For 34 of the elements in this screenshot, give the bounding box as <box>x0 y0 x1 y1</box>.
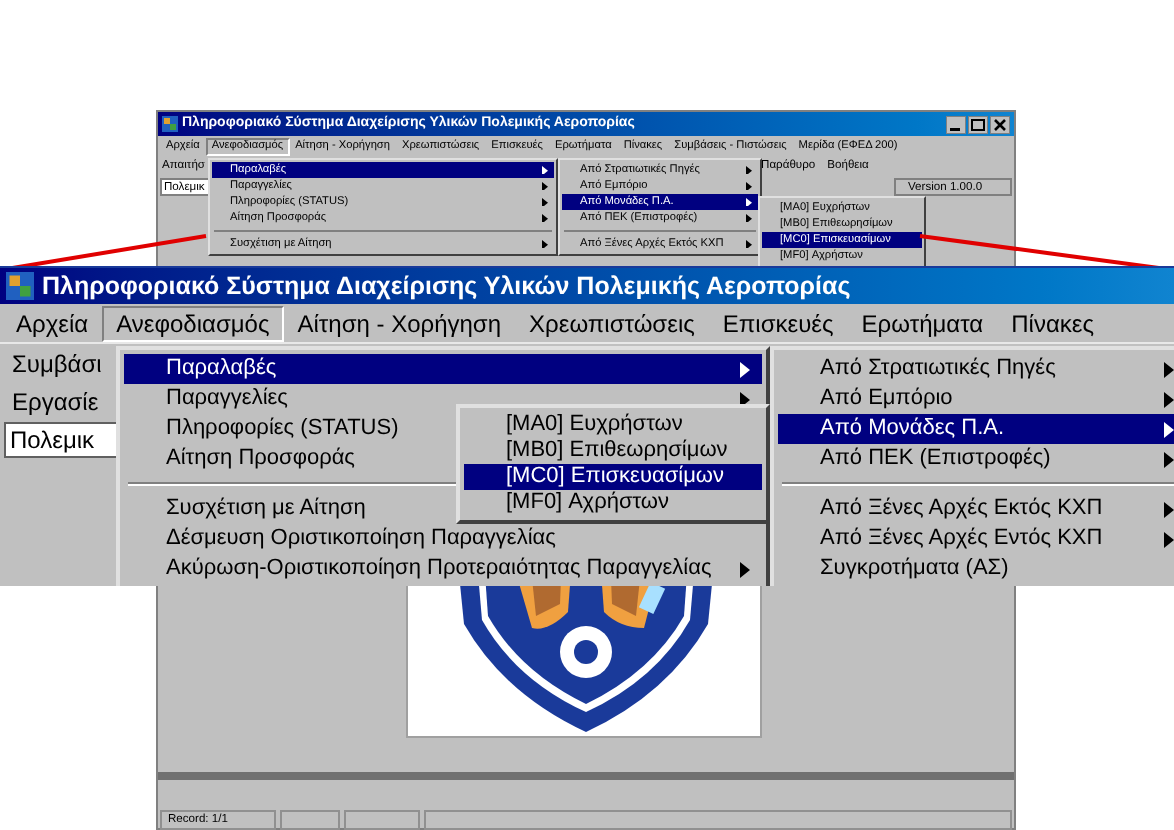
menu-item[interactable]: Αρχεία <box>2 305 103 341</box>
menu-item[interactable]: Πίνακες <box>997 305 1109 341</box>
submenu-arrow-icon <box>542 239 548 249</box>
menu-item[interactable]: Από Ξένες Αρχές Εκτός ΚΧΠ <box>778 494 1174 524</box>
menu-item[interactable]: [MF0] Αχρήστων <box>464 490 762 516</box>
submenu-arrow-icon <box>746 239 752 249</box>
menu-item[interactable]: [MC0] Επισκευασίμων <box>464 464 762 490</box>
app-icon <box>162 116 178 132</box>
menu-item[interactable]: Παραλαβές <box>124 354 762 384</box>
menu-item[interactable]: Ακύρωση-Οριστικοποίηση Προτεραιότητας Παραγγελίας <box>124 554 762 584</box>
menu-item[interactable]: [MA0] Ευχρήστων <box>464 412 762 438</box>
menu-item[interactable]: Συγκροτήματα (ΑΣ) <box>778 554 1174 584</box>
menu-item[interactable]: Συμβάσι <box>0 344 116 382</box>
close-icon[interactable] <box>990 115 1010 133</box>
menu-item[interactable]: Ερωτήματα <box>847 305 998 341</box>
menu-item[interactable]: Από Στρατιωτικές Πηγές <box>778 354 1174 384</box>
app-icon <box>6 272 34 300</box>
menu-item[interactable]: Από Μονάδες Π.Α. <box>778 414 1174 444</box>
menu-item[interactable]: Επισκευές <box>708 305 848 341</box>
menu-item[interactable]: [MB0] Επιθεωρησίμων <box>464 438 762 464</box>
menu-item[interactable]: Εργασίε <box>0 382 116 420</box>
minimize-icon[interactable] <box>946 115 966 133</box>
menu-item[interactable]: Χρεωπιστώσεις <box>515 305 709 341</box>
menu-item[interactable]: Αίτηση - Χορήγηση <box>283 305 516 341</box>
maximize-icon[interactable] <box>968 115 988 133</box>
menu-item[interactable]: Ανεφοδιασμός <box>102 305 284 341</box>
status-panel <box>344 810 420 830</box>
menu-item[interactable]: Από ΠΕΚ (Επιστροφές) <box>778 444 1174 474</box>
menu-item[interactable]: Από Ξένες Αρχές Εντός ΚΧΠ <box>778 524 1174 554</box>
submenu-arrow-icon <box>740 561 750 577</box>
window-title: Πληροφοριακό Σύστημα Διαχείρισης Υλικών Πολεμικής Αεροπορίας <box>42 269 851 304</box>
menu-item[interactable]: Από Εμπόριο <box>778 384 1174 414</box>
status-panel <box>280 810 340 830</box>
menu-item[interactable]: Δέσμευση Οριστικοποίηση Παραγγελίας <box>124 524 762 554</box>
